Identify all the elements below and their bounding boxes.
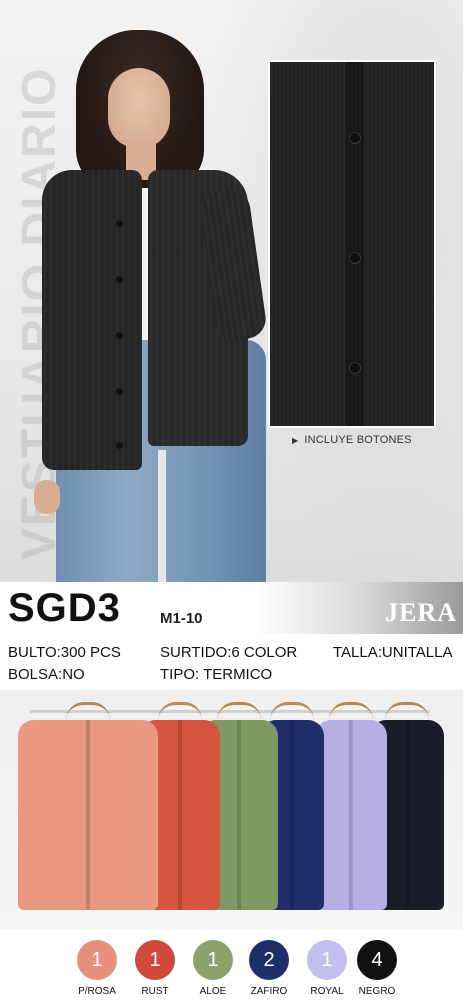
hanger <box>385 702 429 720</box>
color-swatch-label: NEGRO <box>358 986 396 997</box>
garment <box>315 720 387 910</box>
color-swatch: 1 <box>307 940 347 980</box>
cardigan-left-panel <box>42 170 142 470</box>
product-code: SGD3 <box>8 586 121 630</box>
zoom-caption: ▶ INCLUYE BOTONES <box>292 434 412 446</box>
garment <box>18 720 158 910</box>
cardigan-buttons <box>116 220 124 450</box>
spec-bulto: BULTO:300 PCS <box>8 644 121 661</box>
zoom-caption-text: INCLUYE BOTONES <box>304 434 412 446</box>
spec-surtido: SURTIDO:6 COLOR <box>160 644 298 661</box>
color-swatch: 1 <box>193 940 233 980</box>
hanger <box>270 702 314 720</box>
brand-logo: JERA <box>385 598 457 627</box>
model-face <box>108 68 170 148</box>
hanger <box>217 702 261 720</box>
jeans-leg-gap <box>158 450 166 582</box>
model-figure <box>20 20 280 582</box>
colors-photo <box>0 690 463 930</box>
garment-placket <box>178 720 182 910</box>
model-range: M1-10 <box>160 610 203 627</box>
button-detail-zoom <box>268 60 436 428</box>
hanger <box>66 702 110 720</box>
garment-placket <box>86 720 90 910</box>
hanger <box>158 702 202 720</box>
color-swatch: 4 <box>357 940 397 980</box>
model-hand <box>34 480 60 514</box>
play-arrow-icon: ▶ <box>292 436 299 445</box>
spec-talla: TALLA:UNITALLA <box>333 644 453 661</box>
cardigan-button <box>116 388 123 395</box>
garment-placket <box>405 720 409 910</box>
spec-bolsa: BOLSA:NO <box>8 666 85 683</box>
cardigan-button <box>116 220 123 227</box>
cardigan-button <box>116 442 123 449</box>
color-swatch: 2 <box>249 940 289 980</box>
spec-tipo: TIPO: TERMICO <box>160 666 273 683</box>
garment-placket <box>237 720 241 910</box>
zoom-button <box>349 252 361 264</box>
code-bar: SGD3 M1-10 JERA <box>0 582 463 634</box>
product-info: SGD3 M1-10 JERA BULTO:300 PCS SURTIDO:6 … <box>0 582 463 692</box>
cardigan-button <box>116 276 123 283</box>
hanger <box>329 702 373 720</box>
zoom-button <box>349 362 361 374</box>
hero-image: VESTUARIO DIARIO ▶ INCLUYE BOTONES <box>0 0 463 582</box>
color-swatch: 1 <box>135 940 175 980</box>
color-swatches: 1 P/ROSA 1 RUST 1 ALOE 2 ZAFIRO 1 ROYAL 4 NEGRO <box>0 936 463 1000</box>
garment-placket <box>290 720 294 910</box>
garment-placket <box>349 720 353 910</box>
cardigan-button <box>116 332 123 339</box>
color-swatch: 1 <box>77 940 117 980</box>
zoom-button <box>349 132 361 144</box>
